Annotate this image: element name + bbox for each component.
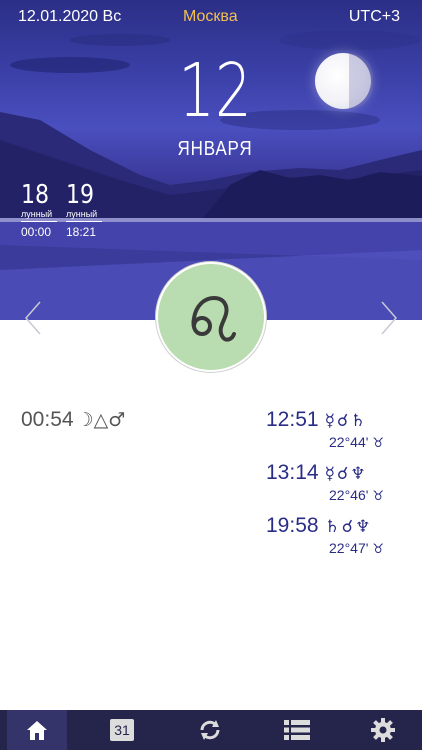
tab-settings[interactable] (353, 710, 413, 750)
lunar-day-number: 19 (66, 180, 95, 210)
lunar-day-number: 18 (21, 180, 50, 210)
timezone-label: UTC+3 (348, 8, 400, 25)
aspect-symbols: ☿☌♄ (324, 411, 368, 431)
lunar-day-2: 19 лунный 18:21 (66, 181, 106, 239)
date-label: 12.01.2020 Вс (18, 8, 122, 25)
list-icon (284, 720, 310, 740)
zodiac-sign-badge[interactable] (156, 262, 266, 372)
taurus-icon: ♉ (372, 489, 385, 504)
taurus-icon: ♉ (372, 436, 385, 451)
next-day-arrow-icon[interactable] (378, 300, 400, 336)
tab-home[interactable] (7, 710, 67, 750)
event-degree: 22°46' ♉ (329, 487, 384, 504)
aspect-symbols: ♄☌♆ (324, 517, 373, 537)
tab-refresh[interactable] (180, 710, 240, 750)
city-selector[interactable]: Москва (183, 8, 238, 26)
tab-list[interactable] (267, 710, 327, 750)
lunar-day-label: лунный (66, 209, 102, 222)
taurus-icon: ♉ (372, 542, 385, 557)
degree-value: 22°46' (329, 487, 369, 503)
home-icon (27, 721, 47, 740)
event-degree: 22°47' ♉ (329, 540, 384, 557)
prev-day-arrow-icon[interactable] (22, 300, 44, 336)
degree-value: 22°47' (329, 540, 369, 556)
lunar-day-time: 18:21 (66, 225, 97, 239)
aspect-symbols: ☿☌♆ (324, 464, 368, 484)
event-degree: 22°44' ♉ (329, 434, 384, 451)
event-time: 12:51 (266, 408, 319, 431)
calendar-icon: 31 (110, 719, 134, 741)
event-left: 00:54 ☽△♂ (21, 408, 125, 432)
event-time: 00:54 (21, 408, 74, 431)
lunar-day-label: лунный (21, 209, 57, 222)
leo-icon (191, 295, 236, 342)
bottom-tab-bar: 31 (0, 710, 422, 750)
aspect-symbols: ☽△♂ (76, 409, 126, 431)
tab-calendar[interactable]: 31 (92, 710, 152, 750)
event-time: 13:14 (266, 461, 319, 484)
event-time: 19:58 (266, 514, 319, 537)
event-row: 19:58 ♄☌♆ 22°47' ♉ (266, 514, 384, 557)
refresh-icon (200, 720, 220, 740)
lunar-day-time: 00:00 (21, 225, 52, 239)
month-name: ЯНВАРЯ (177, 138, 253, 160)
lunar-day-1: 18 лунный 00:00 (21, 181, 61, 239)
event-row: 12:51 ☿☌♄ 22°44' ♉ (266, 408, 384, 451)
top-info-bar: 12.01.2020 Вс Москва UTC+3 (0, 8, 422, 28)
event-row: 13:14 ☿☌♆ 22°46' ♉ (266, 461, 384, 504)
degree-value: 22°44' (329, 434, 369, 450)
day-number: 12 (178, 48, 252, 134)
moon-phase-icon (315, 53, 373, 109)
gear-icon (371, 718, 395, 742)
